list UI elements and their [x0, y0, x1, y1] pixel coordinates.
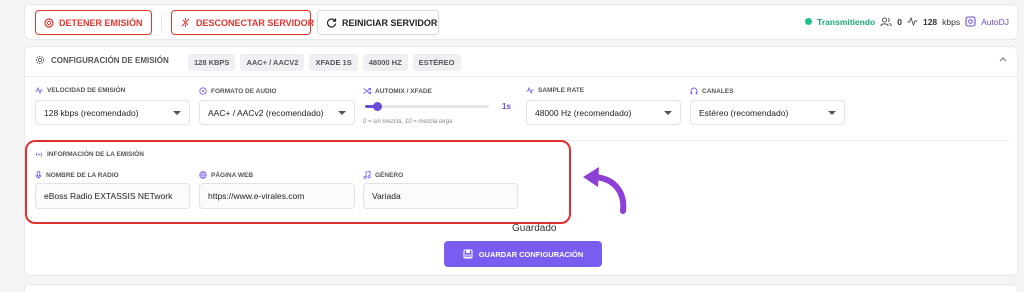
bitrate-label-text: VELOCIDAD DE EMISIÓN: [47, 87, 126, 94]
xfade-slider[interactable]: [365, 102, 489, 111]
chevron-up-icon[interactable]: [999, 56, 1007, 62]
refresh-icon: [326, 17, 337, 28]
chevron-down-icon: [173, 110, 181, 115]
pulse-icon: [35, 87, 43, 94]
shuffle-icon: [363, 87, 371, 95]
stop-broadcast-button[interactable]: DETENER EMISIÓN: [35, 10, 152, 35]
disconnect-server-button[interactable]: DESCONECTAR SERVIDOR: [171, 10, 315, 35]
chevron-down-icon: [338, 110, 346, 115]
toolbar-divider: [161, 14, 162, 32]
badge-bitrate: 128 KBPS: [188, 54, 236, 71]
badge-samplerate: 48000 HZ: [362, 54, 408, 71]
autodj-label[interactable]: AutoDJ: [981, 17, 1009, 27]
save-config-button[interactable]: GUARDAR CONFIGURACIÓN: [444, 241, 602, 267]
xfade-field-label: AUTOMIX / XFADE: [363, 87, 432, 95]
xfade-value: 1s: [502, 102, 511, 111]
status-text: Transmitiendo: [817, 16, 876, 27]
samplerate-select-value: 48000 Hz (recomendado): [535, 107, 632, 118]
format-select-value: AAC+ / AACv2 (recomendado): [208, 107, 324, 118]
bitrate-value: 128: [922, 16, 938, 27]
stop-broadcast-label: DETENER EMISIÓN: [59, 17, 143, 28]
curved-arrow-icon: [581, 165, 631, 217]
stream-status: Transmitiendo 0 128 kbps AutoDJ: [805, 16, 1009, 27]
highlight-annotation: [25, 140, 571, 224]
save-icon: [463, 249, 473, 259]
config-title-text: CONFIGURACIÓN DE EMISIÓN: [51, 55, 169, 65]
live-dot-icon: [805, 18, 813, 25]
gear-icon: [35, 55, 45, 65]
config-header[interactable]: CONFIGURACIÓN DE EMISIÓN 128 KBPS AAC+ /…: [25, 47, 1017, 77]
pulse-icon: [907, 17, 918, 26]
disconnect-icon: [180, 17, 191, 28]
config-badges: 128 KBPS AAC+ / AACV2 XFADE 1S 48000 HZ …: [188, 54, 461, 71]
bitrate-select-value: 128 kbps (recomendado): [44, 107, 139, 118]
channels-label-text: CANALES: [702, 87, 734, 95]
listeners-icon: [880, 17, 893, 27]
format-label-text: FORMATO DE AUDIO: [211, 87, 277, 95]
samplerate-label-text: SAMPLE RATE: [538, 87, 585, 94]
xfade-label-text: AUTOMIX / XFADE: [375, 87, 432, 95]
autodj-icon: [965, 16, 976, 27]
samplerate-field-label: SAMPLE RATE: [526, 87, 584, 94]
format-field-label: FORMATO DE AUDIO: [199, 87, 277, 95]
xfade-slider-handle[interactable]: [373, 102, 383, 111]
config-title: CONFIGURACIÓN DE EMISIÓN: [35, 55, 169, 65]
disconnect-server-label: DESCONECTAR SERVIDOR: [196, 17, 315, 28]
restart-server-label: REINICIAR SERVIDOR: [342, 17, 438, 28]
stop-circle-icon: [44, 17, 54, 28]
disc-icon: [199, 87, 207, 95]
chevron-down-icon: [828, 110, 836, 115]
badge-xfade: XFADE 1S: [309, 54, 358, 71]
xfade-hint: 0 = sin mezcla, 10 = mezcla larga: [363, 119, 453, 125]
chevron-down-icon: [664, 110, 672, 115]
channels-select-value: Estéreo (recomendado): [699, 107, 789, 118]
bitrate-field-label: VELOCIDAD DE EMISIÓN: [35, 87, 125, 94]
format-select[interactable]: AAC+ / AACv2 (recomendado): [199, 100, 355, 125]
saved-status: Guardado: [512, 223, 557, 234]
badge-format: AAC+ / AACV2: [240, 54, 305, 71]
restart-server-button[interactable]: REINICIAR SERVIDOR: [317, 10, 439, 35]
channels-select[interactable]: Estéreo (recomendado): [690, 100, 845, 125]
badge-channels: ESTÉREO: [412, 54, 461, 71]
headphones-icon: [690, 87, 698, 95]
listeners-count: 0: [897, 16, 902, 27]
save-config-label: GUARDAR CONFIGURACIÓN: [478, 249, 584, 259]
broadcast-config-card: CONFIGURACIÓN DE EMISIÓN 128 KBPS AAC+ /…: [24, 46, 1018, 276]
wave-icon: [526, 87, 534, 94]
bitrate-unit: kbps: [942, 16, 961, 27]
channels-field-label: CANALES: [690, 87, 733, 95]
samplerate-select[interactable]: 48000 Hz (recomendado): [526, 100, 681, 125]
control-toolbar: DETENER EMISIÓN DESCONECTAR SERVIDOR REI…: [24, 4, 1018, 40]
bitrate-select[interactable]: 128 kbps (recomendado): [35, 100, 190, 125]
next-section-card: [24, 284, 1018, 292]
